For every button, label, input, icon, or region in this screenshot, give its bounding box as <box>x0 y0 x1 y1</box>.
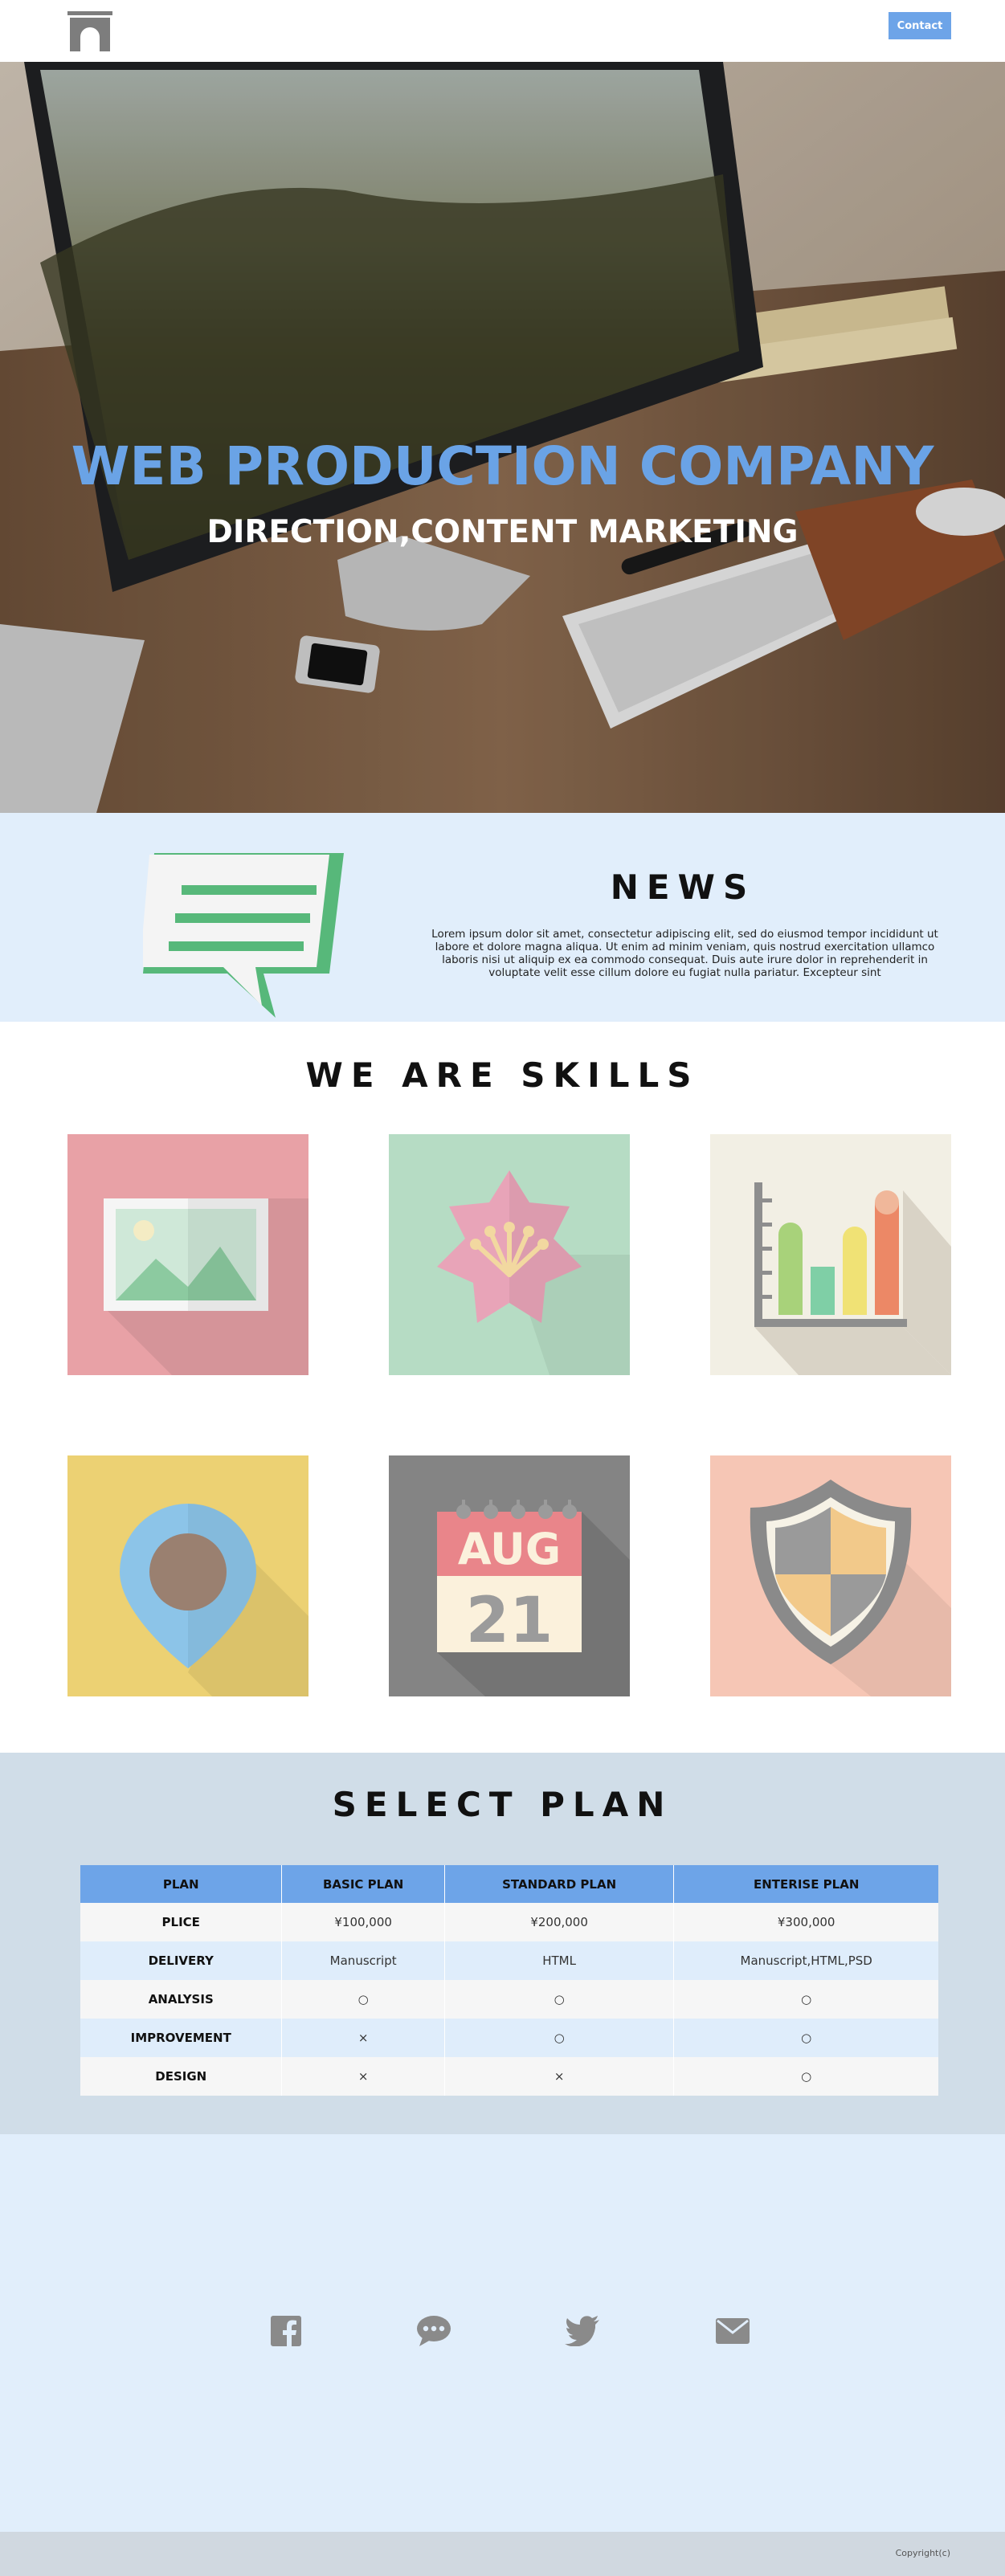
skill-tile-chart <box>710 1134 951 1375</box>
table-row: PLICE ¥100,000 ¥200,000 ¥300,000 <box>80 1903 938 1941</box>
flower-icon <box>437 1170 630 1375</box>
skill-tile-calendar: AUG 21 <box>389 1455 630 1696</box>
site-footer: Copyright(c) <box>0 2532 1005 2576</box>
column-header: ENTERISE PLAN <box>673 1865 938 1903</box>
bar-chart-icon <box>754 1182 951 1375</box>
news-section: NEWS Lorem ipsum dolor sit amet, consect… <box>0 813 1005 1022</box>
table-cell: ○ <box>444 1980 675 2019</box>
table-cell: × <box>281 2019 445 2057</box>
table-cell: ○ <box>673 2057 938 2096</box>
column-header: STANDARD PLAN <box>444 1865 675 1903</box>
table-cell: ¥200,000 <box>444 1903 675 1941</box>
mail-icon[interactable] <box>715 2315 750 2347</box>
row-header: ANALYSIS <box>80 1980 283 2019</box>
table-cell: HTML <box>444 1941 675 1980</box>
plan-table-header-row: PLAN BASIC PLAN STANDARD PLAN ENTERISE P… <box>80 1865 938 1903</box>
row-header: IMPROVEMENT <box>80 2019 283 2057</box>
table-cell: × <box>281 2057 445 2096</box>
plan-table: PLAN BASIC PLAN STANDARD PLAN ENTERISE P… <box>80 1865 938 2096</box>
skills-title: WE ARE SKILLS <box>305 1055 700 1095</box>
column-header: BASIC PLAN <box>281 1865 445 1903</box>
skill-tile-image <box>67 1134 308 1375</box>
hero-subtitle: DIRECTION,CONTENT MARKETING <box>206 514 799 550</box>
table-cell: × <box>444 2057 675 2096</box>
skill-tile-shield <box>710 1455 951 1696</box>
row-header: PLICE <box>80 1903 283 1941</box>
news-body-text: Lorem ipsum dolor sit amet, consectetur … <box>431 928 938 979</box>
twitter-icon[interactable] <box>565 2315 600 2347</box>
plans-section: SELECT PLAN PLAN BASIC PLAN STANDARD PLA… <box>0 1753 1005 2134</box>
skill-tile-map-pin <box>67 1455 308 1696</box>
map-pin-icon <box>120 1504 308 1696</box>
shield-icon <box>750 1480 951 1696</box>
logo-arch-icon[interactable] <box>67 11 112 51</box>
news-title: NEWS <box>610 868 756 907</box>
calendar-icon: AUG 21 <box>437 1500 630 1696</box>
row-header: DESIGN <box>80 2057 283 2096</box>
contact-button[interactable]: Contact <box>889 12 951 39</box>
calendar-month: AUG <box>458 1524 561 1574</box>
skill-tile-flower <box>389 1134 630 1375</box>
hero-section: WEB PRODUCTION COMPANY DIRECTION,CONTENT… <box>0 62 1005 813</box>
row-header: DELIVERY <box>80 1941 283 1980</box>
table-cell: ○ <box>673 1980 938 2019</box>
hero-title: WEB PRODUCTION COMPANY <box>71 435 934 497</box>
calendar-day: 21 <box>466 1585 554 1657</box>
facebook-icon[interactable] <box>268 2315 304 2347</box>
table-cell: Manuscript,HTML,PSD <box>673 1941 938 1980</box>
table-row: DELIVERY Manuscript HTML Manuscript,HTML… <box>80 1941 938 1980</box>
table-cell: ○ <box>673 2019 938 2057</box>
copyright-text: Copyright(c) <box>895 2548 950 2558</box>
plans-title: SELECT PLAN <box>332 1785 673 1824</box>
table-cell: Manuscript <box>281 1941 445 1980</box>
image-icon <box>104 1198 308 1375</box>
social-section <box>0 2134 1005 2532</box>
column-header: PLAN <box>80 1865 283 1903</box>
table-row: ANALYSIS ○ ○ ○ <box>80 1980 938 2019</box>
table-cell: ○ <box>281 1980 445 2019</box>
table-cell: ¥100,000 <box>281 1903 445 1941</box>
table-row: DESIGN × × ○ <box>80 2057 938 2096</box>
table-cell: ¥300,000 <box>673 1903 938 1941</box>
chat-icon[interactable] <box>416 2315 451 2347</box>
news-speech-bubble-icon <box>143 853 344 1018</box>
skills-section: WE ARE SKILLS AUG 21 <box>0 1022 1005 1753</box>
table-row: IMPROVEMENT × ○ ○ <box>80 2019 938 2057</box>
table-cell: ○ <box>444 2019 675 2057</box>
site-header: Contact <box>0 0 1005 62</box>
